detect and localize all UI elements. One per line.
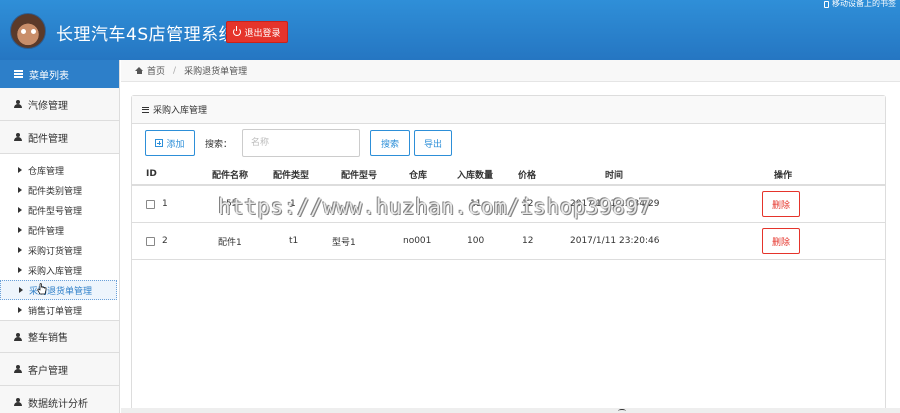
avatar <box>10 13 46 49</box>
plus-square-icon <box>155 139 164 147</box>
col-action: 操作 <box>774 170 793 181</box>
sidebar-group-customers[interactable]: 客户管理 <box>0 353 119 386</box>
logout-button[interactable]: 退出登录 <box>226 21 288 43</box>
caret-right-icon <box>18 187 22 193</box>
caret-right-icon <box>18 167 22 173</box>
sidebar-item-purchase-order[interactable]: 采购订货管理 <box>0 240 119 260</box>
caret-right-icon <box>18 227 22 233</box>
data-table: ID 配件名称 配件类型 配件型号 仓库 入库数量 价格 时间 操作 1 55 … <box>132 164 885 260</box>
menu-list-header: 菜单列表 <box>0 60 119 88</box>
search-input[interactable] <box>242 129 361 157</box>
delete-button[interactable]: 删除 <box>762 228 800 254</box>
col-price: 价格 <box>518 170 537 181</box>
parts-submenu: 仓库管理 配件类别管理 配件型号管理 配件管理 采购订货管理 采购入库管理 采购… <box>0 154 119 320</box>
caret-right-icon <box>18 247 22 253</box>
cell-id: 2 <box>162 236 168 246</box>
sidebar-group-vehicle-sales[interactable]: 整车销售 <box>0 320 119 353</box>
panel-header: 采购入库管理 <box>132 96 885 124</box>
breadcrumb-separator: / <box>173 65 177 76</box>
sidebar-item-purchase-return[interactable]: 采购退货单管理 <box>0 280 117 300</box>
col-id: ID <box>146 169 157 179</box>
caret-right-icon <box>18 307 22 313</box>
cell-name: 配件1 <box>218 237 242 248</box>
export-button[interactable]: 导出 <box>414 130 453 156</box>
search-button[interactable]: 搜索 <box>370 130 411 156</box>
sidebar-item-part-model[interactable]: 配件型号管理 <box>0 200 119 220</box>
toolbar: 添加 搜索： 搜索 导出 <box>145 129 453 157</box>
cell-price: 12 <box>522 236 534 246</box>
breadcrumb: 首页 / 采购退货单管理 <box>121 60 900 82</box>
main-content: 首页 / 采购退货单管理 采购入库管理 添加 搜索： 搜索 导出 ID <box>121 60 900 413</box>
cell-type: 1 <box>290 199 296 209</box>
add-button[interactable]: 添加 <box>145 130 195 156</box>
app-header: 长理汽车4S店管理系统 退出登录 移动设备上的书签 <box>0 0 900 60</box>
row-checkbox[interactable] <box>146 236 155 246</box>
sidebar-item-purchase-inbound[interactable]: 采购入库管理 <box>0 260 119 280</box>
sidebar-item-sales-order[interactable]: 销售订单管理 <box>0 300 119 320</box>
col-name: 配件名称 <box>212 170 249 181</box>
user-icon <box>14 332 22 341</box>
cell-warehouse: no001 <box>403 236 432 246</box>
col-time: 时间 <box>605 170 624 181</box>
caret-right-icon <box>19 287 23 293</box>
delete-button[interactable]: 删除 <box>762 191 800 217</box>
user-icon <box>14 100 22 108</box>
sidebar-item-part-category[interactable]: 配件类别管理 <box>0 180 119 200</box>
col-model: 配件型号 <box>341 170 378 181</box>
col-warehouse: 仓库 <box>409 170 428 181</box>
search-label: 搜索： <box>205 139 233 150</box>
power-icon <box>233 26 242 36</box>
cell-qty: 100 <box>467 236 485 246</box>
row-checkbox[interactable] <box>146 199 155 209</box>
cell-qty: 11 <box>470 199 482 209</box>
sidebar-group-statistics[interactable]: 数据统计分析 <box>0 386 119 413</box>
bookmarks-link[interactable]: 移动设备上的书签 <box>824 0 896 8</box>
horizontal-scrollbar[interactable] <box>121 408 900 413</box>
sidebar-item-parts[interactable]: 配件管理 <box>0 220 119 240</box>
cell-price: 12 <box>522 199 534 209</box>
panel-title: 采购入库管理 <box>153 106 208 116</box>
bars-icon <box>142 106 149 113</box>
phone-icon <box>824 0 829 8</box>
user-icon <box>14 133 22 141</box>
table-row: 2 配件1 t1 型号1 no001 100 12 2017/1/11 23:2… <box>132 223 885 260</box>
list-icon <box>14 70 23 78</box>
cell-id: 1 <box>162 199 168 209</box>
sidebar: 菜单列表 汽修管理 配件管理 仓库管理 配件类别管理 配件型号管理 配件管理 采… <box>0 60 120 413</box>
home-icon <box>135 67 143 74</box>
cell-model: 型号1 <box>332 237 356 248</box>
logout-label: 退出登录 <box>244 28 281 39</box>
breadcrumb-current: 采购退货单管理 <box>184 67 248 77</box>
cell-type: t1 <box>289 236 299 246</box>
breadcrumb-home[interactable]: 首页 <box>147 64 165 77</box>
sidebar-item-warehouse[interactable]: 仓库管理 <box>0 160 119 180</box>
cell-time: 2017/1/11 23:34:29 <box>570 199 660 209</box>
loading-arc-icon <box>618 409 626 413</box>
sidebar-group-parts[interactable]: 配件管理 <box>0 121 119 154</box>
caret-right-icon <box>18 207 22 213</box>
hand-cursor-icon <box>37 283 47 295</box>
table-header: ID 配件名称 配件类型 配件型号 仓库 入库数量 价格 时间 操作 <box>132 164 885 186</box>
cell-time: 2017/1/11 23:20:46 <box>570 236 660 246</box>
user-icon <box>14 398 22 406</box>
caret-right-icon <box>18 267 22 273</box>
sidebar-group-repair[interactable]: 汽修管理 <box>0 88 119 121</box>
col-type: 配件类型 <box>273 170 310 181</box>
app-title: 长理汽车4S店管理系统 <box>56 25 237 45</box>
col-qty: 入库数量 <box>457 170 494 181</box>
user-icon <box>14 365 22 373</box>
cell-name: 55 <box>226 199 238 209</box>
table-row: 1 55 1 11 12 2017/1/11 23:34:29 删除 <box>132 186 885 223</box>
panel: 采购入库管理 添加 搜索： 搜索 导出 ID 配件名称 配件类型 配件型号 仓库 <box>131 95 886 413</box>
